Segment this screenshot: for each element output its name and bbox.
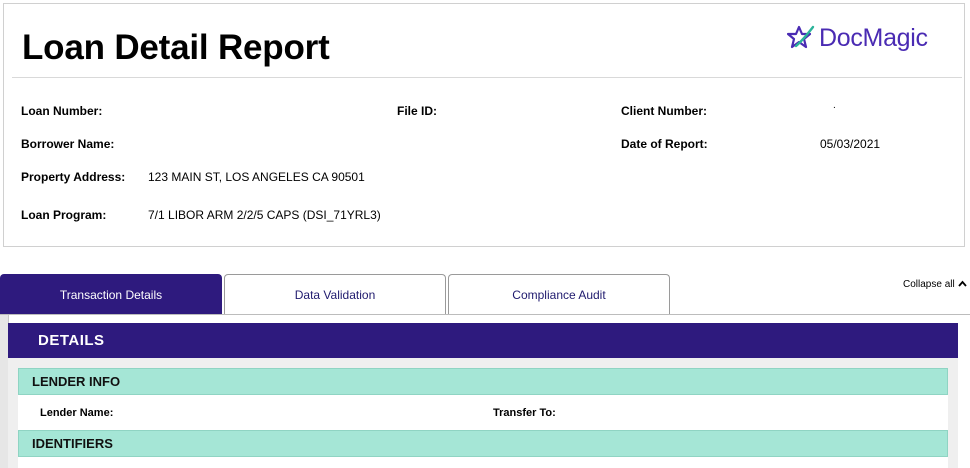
page-title: Loan Detail Report	[22, 28, 330, 67]
property-address-label: Property Address:	[21, 170, 126, 184]
client-number-value: .	[833, 100, 836, 111]
borrower-name-label: Borrower Name:	[21, 137, 115, 151]
docmagic-logo: DocMagic	[787, 20, 928, 56]
star-swoosh-icon	[787, 24, 815, 52]
loan-number-label: Loan Number:	[21, 104, 103, 118]
chevron-up-icon	[955, 279, 967, 290]
lender-info-row: Lender Name: Transfer To:	[18, 395, 948, 430]
report-header-card: Loan Detail Report DocMagic Loan Number:…	[3, 3, 965, 247]
identifiers-row	[18, 457, 948, 468]
date-of-report-value: 05/03/2021	[820, 137, 881, 151]
tab-data-validation[interactable]: Data Validation	[224, 274, 446, 314]
lender-name-label: Lender Name:	[40, 407, 114, 419]
file-id-label: File ID:	[397, 104, 438, 118]
property-address-value: 123 MAIN ST, LOS ANGELES CA 90501	[148, 170, 365, 184]
loan-program-label: Loan Program:	[21, 208, 107, 222]
date-of-report-label: Date of Report:	[621, 137, 708, 151]
transfer-to-label: Transfer To:	[493, 407, 556, 419]
header-divider	[12, 77, 962, 78]
collapse-all-label: Collapse all	[903, 279, 955, 290]
details-header[interactable]: DETAILS	[8, 323, 958, 358]
tab-transaction-details[interactable]: Transaction Details	[0, 274, 222, 314]
tab-compliance-audit[interactable]: Compliance Audit	[448, 274, 670, 314]
client-number-label: Client Number:	[621, 104, 708, 118]
collapse-all-button[interactable]: Collapse all	[903, 279, 967, 290]
logo-text: DocMagic	[819, 23, 928, 52]
identifiers-header[interactable]: IDENTIFIERS	[18, 430, 948, 457]
lender-info-header[interactable]: LENDER INFO	[18, 368, 948, 395]
loan-program-value: 7/1 LIBOR ARM 2/2/5 CAPS (DSI_71YRL3)	[148, 208, 381, 222]
